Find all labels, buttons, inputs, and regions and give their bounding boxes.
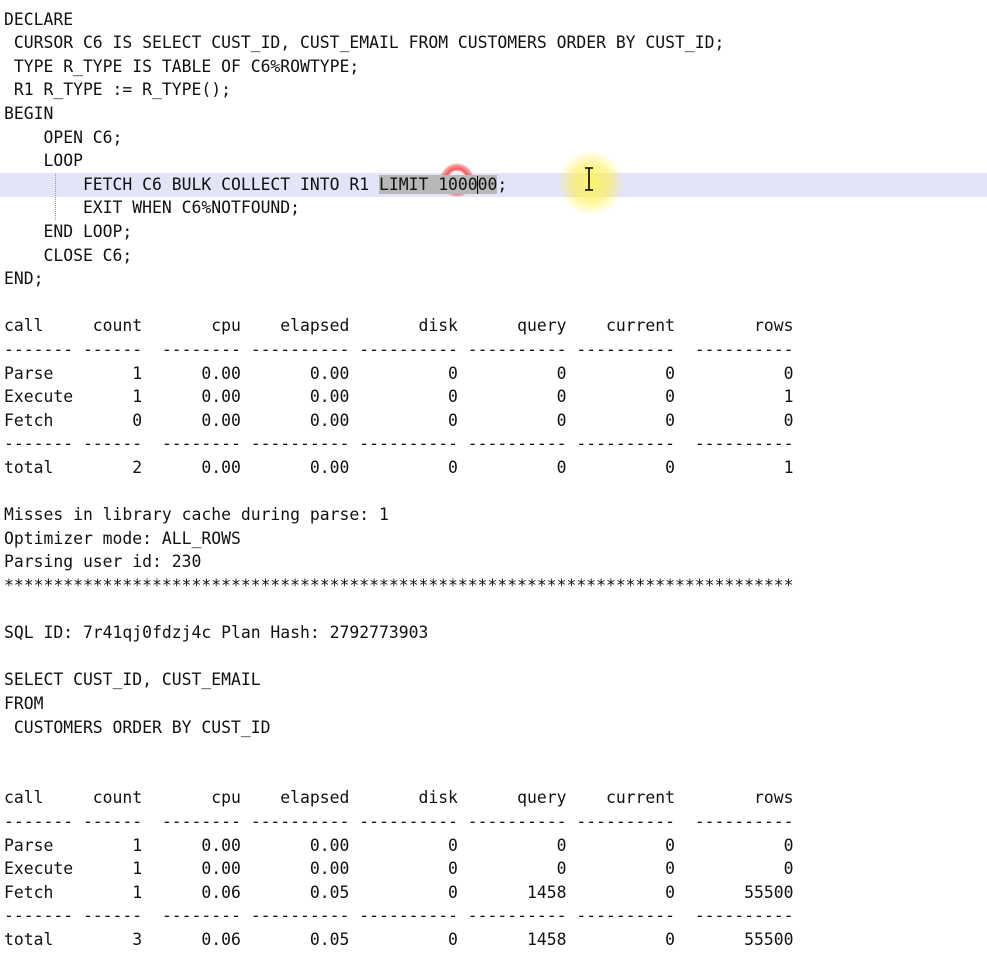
code-line[interactable]: ------- ------ -------- ---------- -----… — [4, 432, 987, 456]
code-line[interactable]: TYPE R_TYPE IS TABLE OF C6%ROWTYPE; — [4, 55, 987, 79]
code-text: FETCH C6 BULK COLLECT INTO R1 — [4, 174, 379, 194]
code-line[interactable] — [4, 645, 987, 669]
code-line[interactable]: LOOP — [4, 149, 987, 173]
code-line[interactable] — [4, 291, 987, 315]
code-line[interactable] — [4, 598, 987, 622]
code-line[interactable]: CUSTOMERS ORDER BY CUST_ID — [4, 716, 987, 740]
code-line[interactable]: R1 R_TYPE := R_TYPE(); — [4, 78, 987, 102]
code-line[interactable]: END; — [4, 267, 987, 291]
code-line[interactable] — [4, 480, 987, 504]
code-line[interactable]: Fetch 1 0.06 0.05 0 1458 0 55500 — [4, 881, 987, 905]
text-cursor-icon — [585, 167, 593, 191]
code-line[interactable]: CURSOR C6 IS SELECT CUST_ID, CUST_EMAIL … — [4, 31, 987, 55]
code-line[interactable]: SQL ID: 7r41qj0fdzj4c Plan Hash: 2792773… — [4, 621, 987, 645]
code-line[interactable]: Misses in library cache during parse: 1 — [4, 503, 987, 527]
code-line[interactable]: Parse 1 0.00 0.00 0 0 0 0 — [4, 834, 987, 858]
code-line[interactable]: Parse 1 0.00 0.00 0 0 0 0 — [4, 362, 987, 386]
code-line[interactable]: call count cpu elapsed disk query curren… — [4, 786, 987, 810]
code-line[interactable]: CLOSE C6; — [4, 244, 987, 268]
text-editor[interactable]: DECLARE CURSOR C6 IS SELECT CUST_ID, CUS… — [0, 0, 987, 963]
code-line[interactable]: OPEN C6; — [4, 126, 987, 150]
code-line[interactable]: Execute 1 0.00 0.00 0 0 0 1 — [4, 385, 987, 409]
code-line[interactable] — [4, 739, 987, 763]
code-line[interactable]: ------- ------ -------- ---------- -----… — [4, 904, 987, 928]
code-line[interactable]: Execute 1 0.00 0.00 0 0 0 0 — [4, 857, 987, 881]
code-line[interactable]: SELECT CUST_ID, CUST_EMAIL — [4, 668, 987, 692]
code-line[interactable]: ------- ------ -------- ---------- -----… — [4, 338, 987, 362]
code-line[interactable]: total 3 0.06 0.05 0 1458 0 55500 — [4, 928, 987, 952]
code-line[interactable]: DECLARE — [4, 8, 987, 32]
code-line[interactable]: ------- ------ -------- ---------- -----… — [4, 810, 987, 834]
code-line[interactable]: EXIT WHEN C6%NOTFOUND; — [4, 196, 987, 220]
code-line[interactable]: FROM — [4, 692, 987, 716]
code-line[interactable]: Parsing user id: 230 — [4, 550, 987, 574]
code-text: ; — [497, 174, 508, 194]
code-line[interactable]: END LOOP; — [4, 220, 987, 244]
code-line[interactable]: Fetch 0 0.00 0.00 0 0 0 0 — [4, 409, 987, 433]
code-line[interactable]: total 2 0.00 0.00 0 0 0 1 — [4, 456, 987, 480]
code-line[interactable]: ****************************************… — [4, 574, 987, 598]
code-line[interactable]: call count cpu elapsed disk query curren… — [4, 314, 987, 338]
code-line-current[interactable]: FETCH C6 BULK COLLECT INTO R1 LIMIT 1000… — [4, 173, 987, 197]
code-line[interactable]: Optimizer mode: ALL_ROWS — [4, 527, 987, 551]
code-line[interactable]: BEGIN — [4, 102, 987, 126]
text-selection-tail: 00 — [477, 174, 498, 194]
code-line[interactable] — [4, 763, 987, 787]
text-selection: LIMIT 1000 — [378, 174, 478, 194]
